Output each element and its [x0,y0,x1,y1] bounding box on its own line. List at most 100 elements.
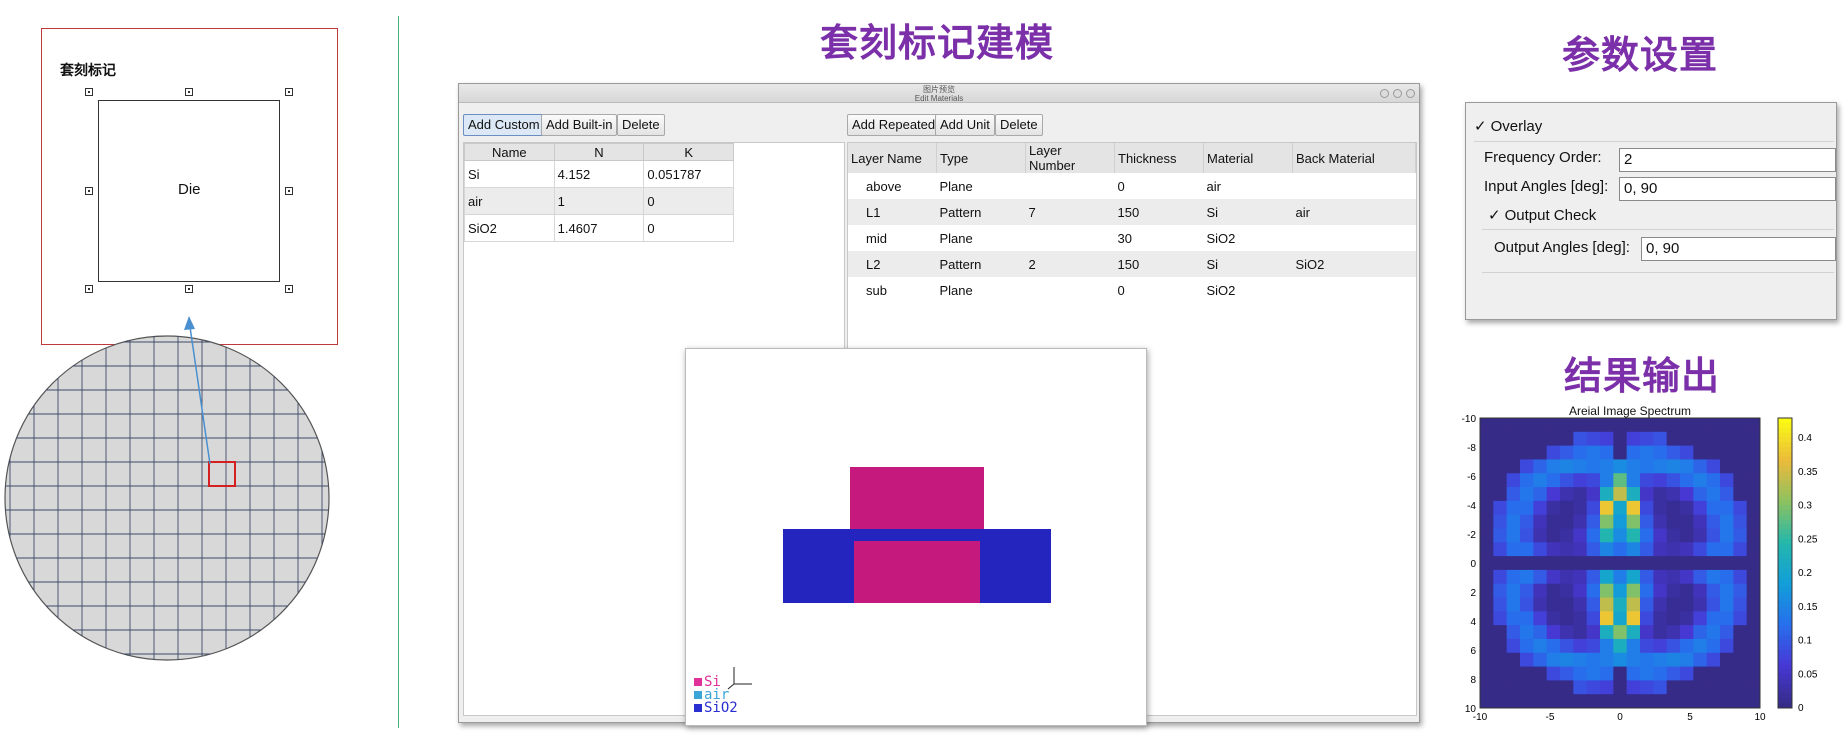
layer-back-cell[interactable]: air [1292,199,1416,225]
colorbar-tick-label: 0.3 [1798,501,1812,512]
colorbar-segment [1778,461,1792,467]
table-row[interactable]: Si 4.152 0.051787 [464,160,734,188]
heatmap-cell [1506,569,1521,585]
add-custom-button[interactable]: Add Custom [463,114,545,136]
heatmap-cell [1586,514,1601,529]
column-header-layer-number[interactable]: Layer Number [1025,143,1115,173]
output-check-checkbox[interactable]: ✓ Output Check [1488,206,1596,224]
add-repeated-button[interactable]: Add Repeated [847,114,941,136]
layer-back-cell[interactable] [1292,225,1416,251]
overlay-checkbox[interactable]: ✓ Overlay [1474,117,1542,135]
heatmap-cell [1520,542,1534,557]
column-header-type[interactable]: Type [936,143,1026,173]
modeling-title: 套刻标记建模 [820,21,1055,65]
layer-type-cell[interactable]: Pattern [936,251,1026,277]
delete-material-button[interactable]: Delete [617,114,665,136]
layer-number-cell[interactable]: 7 [1025,199,1115,225]
layer-material-cell[interactable]: Si [1203,251,1293,277]
layer-material-cell[interactable]: air [1203,173,1293,199]
material-k-cell[interactable]: 0.051787 [643,160,734,188]
si-layer-l2 [854,541,980,603]
material-n-cell[interactable]: 1 [553,187,645,215]
colorbar-segment [1778,447,1792,453]
heatmap-cell [1506,666,1521,681]
material-name-cell[interactable]: Si [464,160,555,188]
heatmap-cell [1613,514,1628,529]
layer-number-cell[interactable] [1025,277,1115,303]
table-row[interactable]: mid Plane 30 SiO2 [848,225,1416,251]
table-row[interactable]: L1 Pattern 7 150 Si air [848,199,1416,225]
heatmap-cell [1520,445,1534,460]
close-icon[interactable] [1406,89,1415,98]
column-header-n[interactable]: N [553,143,645,161]
layer-name-cell[interactable]: mid [848,225,937,251]
frequency-order-input[interactable]: 2 [1619,148,1836,172]
heatmap-cell [1520,666,1534,681]
layer-thickness-cell[interactable]: 0 [1114,277,1204,303]
column-header-thickness[interactable]: Thickness [1114,143,1204,173]
column-header-k[interactable]: K [643,143,734,161]
heatmap-cell [1533,528,1548,543]
material-name-cell[interactable]: SiO2 [464,214,555,242]
window-titlebar[interactable]: 图片预览 Edit Materials [459,84,1419,103]
layer-name-cell[interactable]: L1 [848,199,937,225]
layer-back-cell[interactable] [1292,277,1416,303]
heatmap-cell [1653,666,1668,681]
layer-back-cell[interactable] [1292,173,1416,199]
layer-type-cell[interactable]: Pattern [936,199,1026,225]
add-unit-button[interactable]: Add Unit [935,114,995,136]
table-row[interactable]: sub Plane 0 SiO2 [848,277,1416,303]
layer-thickness-cell[interactable]: 30 [1114,225,1204,251]
layer-number-cell[interactable]: 2 [1025,251,1115,277]
table-row[interactable]: air 1 0 [464,187,734,215]
colorbar-segment [1778,519,1792,525]
heatmap-cell [1520,431,1534,447]
wafer-diagram [4,316,330,661]
column-header-layer-name[interactable]: Layer Name [848,143,937,173]
column-header-back-material[interactable]: Back Material [1292,143,1416,173]
heatmap-cell [1706,542,1721,557]
layer-name-cell[interactable]: L2 [848,251,937,277]
table-row[interactable]: above Plane 0 air [848,173,1416,199]
material-n-cell[interactable]: 4.152 [553,160,645,188]
table-row[interactable]: L2 Pattern 2 150 Si SiO2 [848,251,1416,277]
column-header-name[interactable]: Name [464,143,555,161]
column-header-material[interactable]: Material [1203,143,1293,173]
layer-thickness-cell[interactable]: 150 [1114,251,1204,277]
material-name-cell[interactable]: air [464,187,555,215]
layer-name-cell[interactable]: above [848,173,937,199]
colorbar-tick-label: 0 [1798,703,1804,714]
layer-material-cell[interactable]: SiO2 [1203,277,1293,303]
output-angles-input[interactable]: 0, 90 [1641,237,1836,261]
layer-number-cell[interactable] [1025,225,1115,251]
layer-back-cell[interactable]: SiO2 [1292,251,1416,277]
input-angles-input[interactable]: 0, 90 [1619,177,1836,201]
heatmap-cell [1573,625,1588,640]
layer-name-cell[interactable]: sub [848,277,937,303]
layer-material-cell[interactable]: SiO2 [1203,225,1293,251]
layer-type-cell[interactable]: Plane [936,277,1026,303]
layer-type-cell[interactable]: Plane [936,225,1026,251]
table-row[interactable]: SiO2 1.4607 0 [464,214,734,242]
heatmap-cell [1520,652,1534,667]
delete-layer-button[interactable]: Delete [995,114,1043,136]
heatmap-cell [1480,418,1494,433]
add-builtin-button[interactable]: Add Built-in [541,114,618,136]
minimize-icon[interactable] [1380,89,1389,98]
maximize-icon[interactable] [1393,89,1402,98]
heatmap-cell [1733,625,1748,640]
heatmap-cell [1546,666,1561,681]
material-n-cell[interactable]: 1.4607 [553,214,645,242]
heatmap-cell [1600,473,1614,488]
material-k-cell[interactable]: 0 [643,214,734,242]
heatmap-cell [1653,611,1668,626]
heatmap-cell [1626,611,1641,626]
layer-thickness-cell[interactable]: 150 [1114,199,1204,225]
layer-type-cell[interactable]: Plane [936,173,1026,199]
layer-thickness-cell[interactable]: 0 [1114,173,1204,199]
material-k-cell[interactable]: 0 [643,187,734,215]
heatmap-cell [1640,583,1654,598]
layer-material-cell[interactable]: Si [1203,199,1293,225]
layer-number-cell[interactable] [1025,173,1115,199]
heatmap-cell [1560,652,1574,667]
